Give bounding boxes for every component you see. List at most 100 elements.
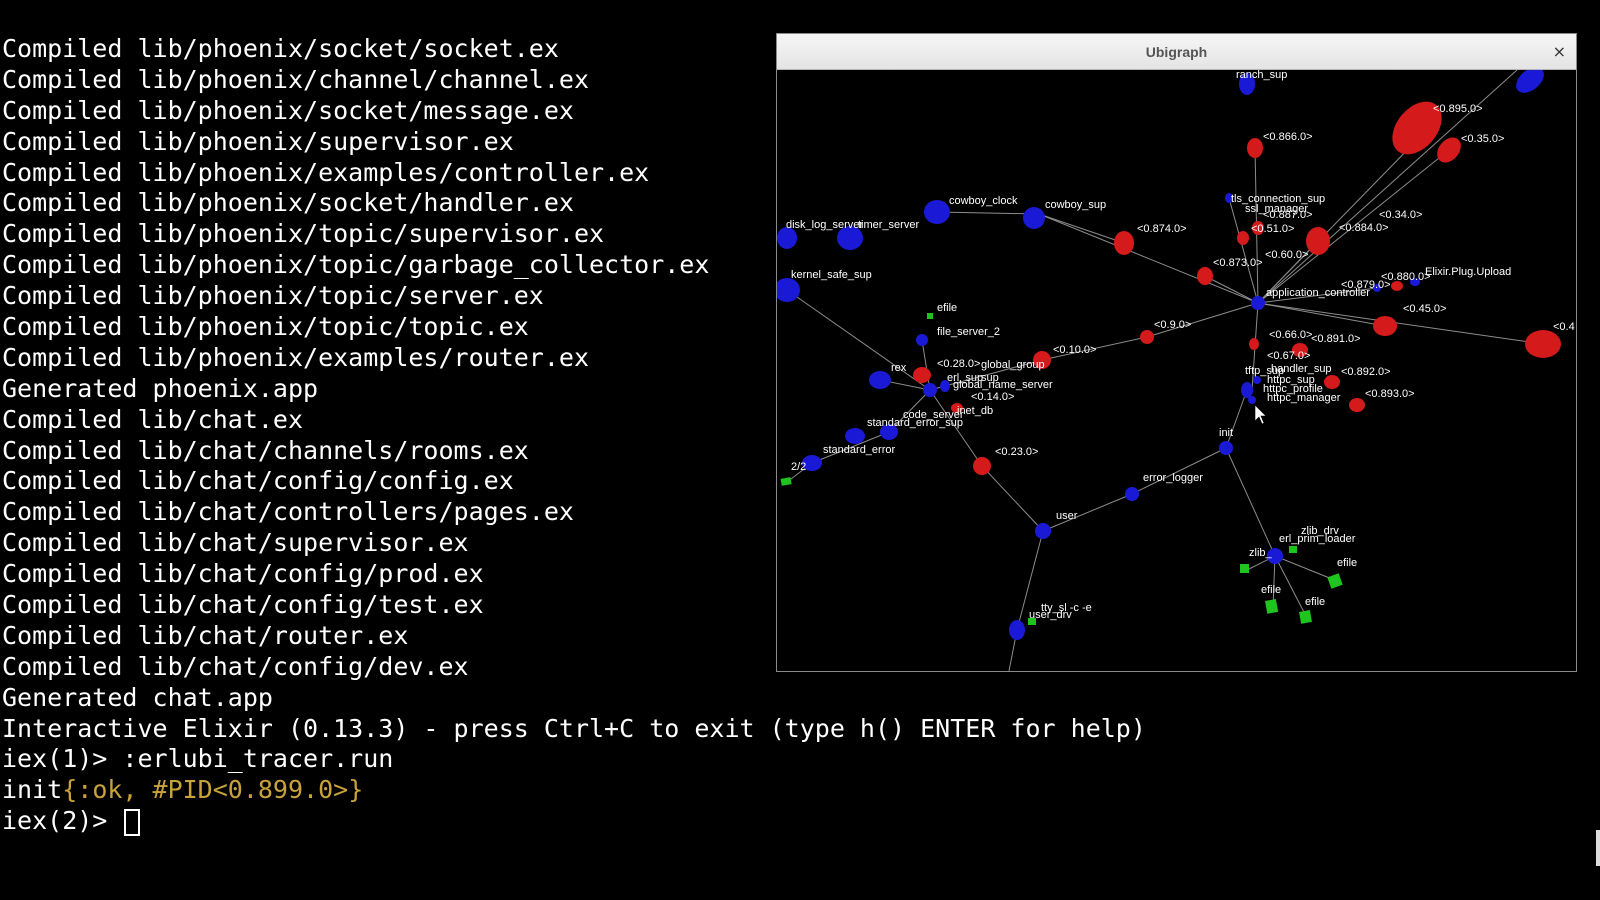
node-label: <0.895.0> [1433,103,1483,115]
node-label: disk_log_server [786,219,863,231]
node-label: <0.14.0> [971,391,1014,403]
node-label: efile [1337,557,1357,569]
terminal-scrollbar[interactable] [1596,830,1600,866]
pid-node[interactable] [1140,330,1154,344]
process-node[interactable] [1009,620,1025,640]
mouse-pointer-icon [1254,404,1267,425]
process-node[interactable] [916,334,928,346]
result-prefix: init [2,775,63,805]
node-label: <0.66.0> [1269,329,1312,341]
port-node[interactable] [1265,599,1279,614]
edge [1225,389,1248,449]
port-node[interactable] [1299,610,1312,624]
node-label: efile [937,302,957,314]
process-node[interactable] [1253,376,1261,384]
edge [981,465,1044,532]
pid-node[interactable] [1237,231,1249,245]
process-node[interactable] [777,278,800,302]
node-label: <0.880.0> [1381,271,1431,283]
node-label: <0.866.0> [1263,131,1313,143]
node-label: <0.28.0> [937,358,980,370]
pid-node[interactable] [1249,338,1259,350]
pid-node[interactable] [1324,375,1340,389]
pid-node[interactable] [1349,398,1365,412]
application-controller-node[interactable] [1251,296,1265,310]
node-label: zlib_ [1249,547,1273,559]
node-label: efile [1305,596,1325,608]
node-label: <0.9.0> [1154,319,1191,331]
port-node[interactable] [927,313,933,319]
node-label: global_name_server [953,379,1053,391]
process-node[interactable] [1248,396,1256,404]
port-node[interactable] [1289,546,1297,553]
pid-node[interactable] [1525,330,1561,358]
node-label: standard_error_sup [867,417,963,429]
process-node[interactable] [869,371,891,389]
edge [1131,447,1227,495]
prompt: iex(2)> [2,806,123,836]
terminal-prompt-line[interactable]: iex(2)> [0,806,1600,837]
node-label: <0.34.0> [1379,209,1422,221]
node-label: <0.873.0> [1213,257,1263,269]
init-node[interactable] [1219,441,1233,455]
node-label: cowboy_sup [1045,199,1106,211]
edge [936,211,1040,215]
graph-canvas[interactable]: ranch_sup <0.895.0> <0.35.0> <0.866.0> t… [777,70,1576,671]
port-node[interactable] [1327,573,1343,589]
process-node[interactable] [924,200,950,224]
node-label: init [1219,427,1233,439]
graph-nodes [777,70,1561,640]
node-label: rex [891,362,907,374]
pid-node[interactable] [1247,138,1263,158]
pid-node[interactable] [1197,267,1213,285]
port-node[interactable] [1240,564,1249,573]
node-label: <0.893.0> [1365,388,1415,400]
text-cursor[interactable] [124,808,141,836]
pid-node[interactable] [1373,316,1397,336]
terminal-result-line: init{:ok, #PID<0.899.0>} [0,775,1600,806]
process-node[interactable] [1241,382,1253,398]
node-label: user [1056,510,1078,522]
process-graph[interactable]: ranch_sup <0.895.0> <0.35.0> <0.866.0> t… [777,70,1576,671]
node-label: <0.23.0> [995,446,1038,458]
pid-node[interactable] [1114,231,1134,255]
close-icon[interactable]: × [1553,34,1566,70]
process-node[interactable] [923,383,937,397]
node-label: <0.35.0> [1461,133,1504,145]
node-label: global_group [981,359,1045,371]
edge [786,289,931,391]
window-titlebar[interactable]: Ubigraph × [777,34,1576,70]
node-label: efile [1261,584,1281,596]
node-label: user_drv [1029,609,1072,621]
pid-node[interactable] [973,457,991,475]
node-label: error_logger [1143,472,1203,484]
node-label: <0.60.0> [1265,249,1308,261]
node-label: <0.874.0> [1137,223,1187,235]
edge [1257,302,1386,327]
process-node[interactable] [1023,207,1045,229]
node-label: <0.45.0> [1403,303,1446,315]
window-title: Ubigraph [1145,44,1208,60]
process-node[interactable] [845,428,865,444]
process-node[interactable] [1511,70,1548,98]
node-label: timer_server [858,219,919,231]
pid-node[interactable] [913,367,931,383]
node-label: <0.887.0> [1263,209,1313,221]
terminal-line: Interactive Elixir (0.13.3) - press Ctrl… [2,713,1146,743]
terminal-line: iex(1)> :erlubi_tracer.run [2,744,394,774]
node-label: <0.67.0> [1267,350,1310,362]
process-node[interactable] [1125,487,1139,501]
ubigraph-window[interactable]: Ubigraph × ranch_sup <0.895.0> <0.35.0> … [776,33,1577,672]
node-label: application_controller [1266,287,1370,299]
node-label: <0.891.0> [1311,333,1361,345]
edge [1038,213,1125,244]
pid-node[interactable] [1306,227,1330,255]
process-node[interactable] [1035,523,1051,539]
edge [1274,555,1338,582]
node-label: httpc_manager [1267,392,1341,404]
port-node[interactable] [780,477,792,486]
node-label: file_server_2 [937,326,1000,338]
result-value: {:ok, #PID<0.899.0>} [62,775,364,805]
node-label: standard_error [823,444,895,456]
node-label: kernel_safe_sup [791,269,872,281]
